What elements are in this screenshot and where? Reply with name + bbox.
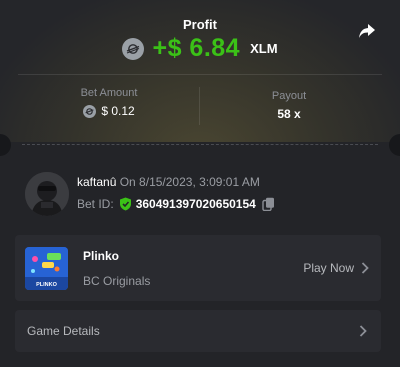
- bet-details-card: Profit +$ 6.84 XLM Bet Amount $ 0.12 Pay…: [0, 0, 400, 367]
- bet-id: 360491397020650154: [135, 197, 256, 211]
- stellar-coin-icon: [83, 104, 97, 118]
- verified-shield-icon: [119, 197, 131, 211]
- copy-icon[interactable]: [262, 197, 275, 211]
- dashed-separator: [22, 144, 378, 145]
- payout-value: 58 x: [277, 107, 301, 121]
- ticket-notch-right: [389, 134, 400, 156]
- bet-id-label: Bet ID:: [77, 197, 114, 211]
- username[interactable]: kaftanû: [77, 175, 116, 189]
- divider: [18, 74, 382, 75]
- bet-date: On 8/15/2023, 3:09:01 AM: [119, 175, 260, 189]
- profit-header: Profit +$ 6.84 XLM Bet Amount $ 0.12 Pay…: [0, 0, 400, 142]
- game-provider: BC Originals: [83, 274, 151, 288]
- bet-amount-label: Bet Amount: [80, 87, 138, 99]
- bet-amount: Bet Amount $ 0.12: [0, 87, 218, 118]
- bet-amount-value: $ 0.12: [101, 104, 135, 118]
- payout-label: Payout: [271, 90, 307, 102]
- bet-id-row: Bet ID: 360491397020650154: [77, 197, 275, 211]
- play-now-button[interactable]: Play Now: [303, 261, 369, 275]
- play-now-label: Play Now: [303, 261, 354, 275]
- profit-value: +$ 6.84: [152, 34, 241, 62]
- bet-amount-value-row: $ 0.12: [0, 104, 218, 118]
- profit-currency: XLM: [250, 41, 278, 56]
- game-name[interactable]: Plinko: [83, 249, 119, 263]
- game-details-row[interactable]: Game Details: [15, 310, 381, 352]
- profit-label: Profit: [183, 17, 217, 32]
- payout: Payout 58 x: [200, 90, 378, 121]
- avatar[interactable]: [25, 172, 69, 216]
- chevron-right-icon: [361, 262, 369, 274]
- profit-row: +$ 6.84 XLM: [0, 34, 400, 63]
- thumbnail-text: PLINKO: [36, 282, 58, 288]
- chevron-right-icon: [359, 325, 367, 337]
- plinko-thumbnail[interactable]: PLINKO: [25, 247, 68, 290]
- game-panel: PLINKO Plinko BC Originals Play Now: [15, 235, 381, 301]
- share-icon[interactable]: [358, 22, 376, 40]
- stellar-coin-icon: [122, 37, 145, 60]
- user-line: kaftanû On 8/15/2023, 3:09:01 AM: [77, 175, 260, 189]
- game-details-label: Game Details: [27, 324, 100, 338]
